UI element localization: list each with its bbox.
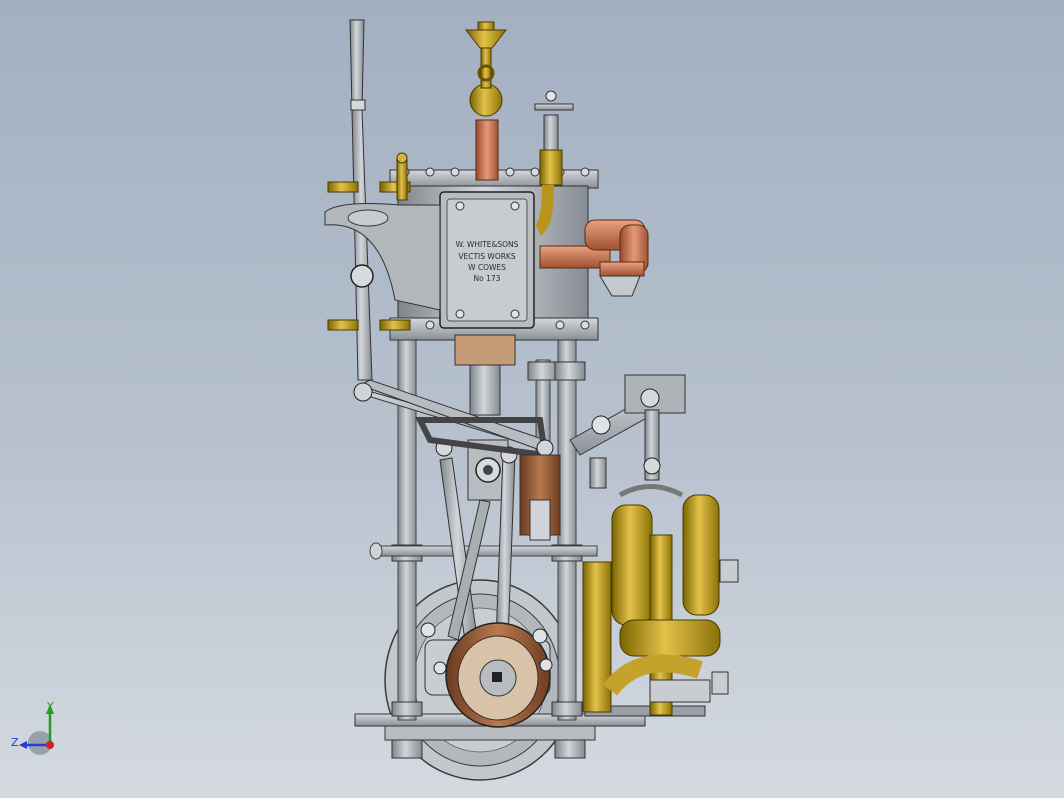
view-orientation-triad: Y Z xyxy=(11,700,54,755)
steam-engine-model[interactable]: W. WHITE&SONS VECTIS WORKS W COWES No 17… xyxy=(0,0,1064,798)
steam-inlet-pipe[interactable] xyxy=(469,83,503,181)
plate-line-3: W COWES xyxy=(468,263,506,272)
maker-name-plate: W. WHITE&SONS VECTIS WORKS W COWES No 17… xyxy=(439,191,535,329)
graphics-viewport[interactable]: W. WHITE&SONS VECTIS WORKS W COWES No 17… xyxy=(0,0,1064,798)
plate-line-4: No 173 xyxy=(474,274,501,283)
valve-gear-linkage[interactable] xyxy=(353,379,554,459)
slide-block[interactable] xyxy=(519,454,561,541)
pump-rocker-arm[interactable] xyxy=(569,374,686,481)
y-axis-label: Y xyxy=(46,700,54,713)
feed-pump-assembly[interactable] xyxy=(582,457,739,716)
x-axis-dot xyxy=(46,741,54,749)
plate-line-2: VECTIS WORKS xyxy=(458,252,515,261)
z-axis-label: Z xyxy=(11,736,19,749)
oil-lubricator[interactable] xyxy=(464,21,508,89)
plate-line-1: W. WHITE&SONS xyxy=(456,240,519,249)
